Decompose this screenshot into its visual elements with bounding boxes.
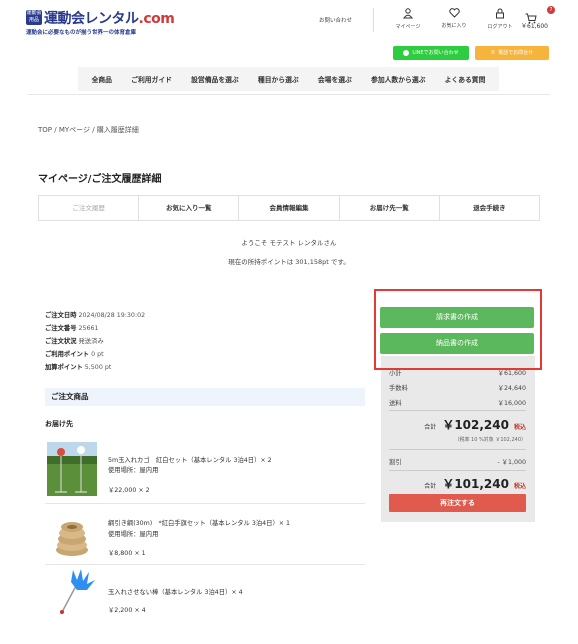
products-heading: ご注文商品 <box>45 388 365 406</box>
nav-faq[interactable]: よくある質問 <box>445 74 486 84</box>
tab-withdraw[interactable]: 退会手続き <box>440 196 539 220</box>
contact-link[interactable]: お問い合わせ <box>319 16 352 24</box>
final-total-value: ￥101,240 <box>442 477 509 491</box>
nav-events[interactable]: 種目から選ぶ <box>258 74 299 84</box>
used-points-label: ご利用ポイント <box>45 351 90 358</box>
summary-divider <box>389 410 526 411</box>
reorder-button[interactable]: 再注文する <box>389 494 526 512</box>
product-image-basket[interactable] <box>47 442 97 496</box>
item-name-1[interactable]: 5m玉入れカゴ 紅白セット（基本レンタル 3泊4日）× 2 <box>108 455 272 464</box>
tab-favorites[interactable]: お気に入り一覧 <box>139 196 240 220</box>
tab-order-history[interactable]: ご注文履歴 <box>39 196 140 220</box>
phone-contact-label: 電話でお問合せ <box>498 50 534 56</box>
breadcrumb: TOP / MYページ / 購入履歴詳細 <box>38 126 139 134</box>
total-tax-label: 税込 <box>513 424 526 431</box>
header-divider-line <box>28 94 550 95</box>
final-total-row: 合計 ￥101,240 税込 <box>389 475 526 492</box>
summary-divider <box>389 449 526 450</box>
logo-tagline: 運動会に必要なものが揃う世界一の体育倉庫 <box>26 30 137 36</box>
site-logo[interactable]: 運動会用品 運動会レンタル.com 運動会に必要なものが揃う世界一の体育倉庫 <box>26 8 176 40</box>
user-icon <box>390 8 426 23</box>
nav-participants[interactable]: 参加人数から選ぶ <box>371 74 425 84</box>
nav-all-products[interactable]: 全商品 <box>92 74 112 84</box>
order-number-label: ご注文番号 <box>45 325 77 332</box>
item-name-2[interactable]: 綱引き綱(30m) *紅白手旗セット（基本レンタル 3泊4日）× 1 <box>108 518 290 527</box>
item-place-1: 使用場所：屋内用 <box>108 467 159 474</box>
item-price-1: ￥22,000 × 2 <box>108 487 150 494</box>
page-title: マイページ/ご注文履歴詳細 <box>38 174 162 185</box>
order-number-value: 25661 <box>78 325 99 332</box>
tab-member-edit[interactable]: 会員情報編集 <box>239 196 340 220</box>
cart-link[interactable]: 7 <box>525 6 555 24</box>
lock-icon <box>482 8 518 23</box>
mypage-link[interactable]: マイページ <box>390 8 426 30</box>
tab-addresses[interactable]: お届け先一覧 <box>340 196 440 220</box>
main-nav: 全商品 ご利用ガイド 設営備品を選ぶ 種目から選ぶ 会場を選ぶ 参加人数から選ぶ… <box>78 67 499 91</box>
discount-row: 割引 - ￥1,000 <box>389 457 526 466</box>
item-place-2: 使用場所：屋内用 <box>108 531 159 538</box>
mypage-label: マイページ <box>395 24 421 30</box>
discount-value: - ￥1,000 <box>497 459 526 466</box>
order-status-label: ご注文状況 <box>45 338 77 345</box>
order-status: ご注文状況 発送済み <box>45 336 104 345</box>
added-points-label: 加算ポイント <box>45 364 83 371</box>
logo-name: 運動会レンタル.com <box>44 8 175 28</box>
header-divider <box>373 8 374 32</box>
highlight-box <box>374 289 542 370</box>
heart-icon <box>436 8 472 22</box>
total-value: ￥102,240 <box>442 418 509 432</box>
order-date-label: ご注文日時 <box>45 312 77 319</box>
item-divider <box>45 503 365 504</box>
total-row: 合計 ￥102,240 税込 <box>389 416 526 433</box>
fee-row: 手数料 ￥24,640 <box>389 383 526 392</box>
added-points: 加算ポイント 5,500 pt <box>45 362 111 371</box>
fee-value: ￥24,640 <box>497 385 526 392</box>
item-divider <box>45 564 365 565</box>
logo-name-dot: .com <box>138 11 175 27</box>
shipping-row: 送料 ￥16,000 <box>389 398 526 407</box>
logout-label: ログアウト <box>487 24 513 30</box>
cart-count-badge: 7 <box>547 6 555 14</box>
product-image-stick[interactable] <box>47 568 97 620</box>
item-price-3: ￥2,200 × 4 <box>108 607 146 614</box>
order-status-value: 発送済み <box>78 338 104 345</box>
final-total-label: 合計 <box>424 483 437 490</box>
total-label: 合計 <box>424 424 437 431</box>
final-tax-label: 税込 <box>513 483 526 490</box>
logout-link[interactable]: ログアウト <box>482 8 518 30</box>
nav-equipment[interactable]: 設営備品を選ぶ <box>191 74 239 84</box>
phone-contact-button[interactable]: ✆ 電話でお問合せ <box>475 46 549 60</box>
product-image-rope[interactable] <box>47 512 97 560</box>
added-points-value: 5,500 pt <box>84 364 112 371</box>
fee-label: 手数料 <box>389 385 408 392</box>
shipping-label: お届け先 <box>45 420 73 428</box>
item-name-3[interactable]: 玉入れさせない棒（基本レンタル 3泊4日）× 4 <box>108 587 243 596</box>
order-date: ご注文日時 2024/08/28 19:30:02 <box>45 310 145 319</box>
logo-name-main: 運動会レンタル <box>44 11 139 27</box>
cart-total: ￥61,600 <box>521 23 548 30</box>
tax-breakdown: （税率 10 %対象 ￥102,240） <box>454 437 526 443</box>
line-icon <box>403 49 410 56</box>
favorites-link[interactable]: お気に入り <box>436 8 472 29</box>
nav-guide[interactable]: ご利用ガイド <box>131 74 172 84</box>
order-number: ご注文番号 25661 <box>45 323 99 332</box>
summary-divider <box>389 470 526 471</box>
phone-icon: ✆ <box>490 50 496 56</box>
nav-venue[interactable]: 会場を選ぶ <box>318 74 352 84</box>
welcome-message: ようこそ モテスト レンタルさん <box>241 239 337 247</box>
shipping-fee-label: 送料 <box>389 400 402 407</box>
discount-label: 割引 <box>389 459 402 466</box>
used-points-value: 0 pt <box>91 351 104 358</box>
line-contact-button[interactable]: LINEでお問い合わせ <box>393 46 469 60</box>
mypage-tabs: ご注文履歴 お気に入り一覧 会員情報編集 お届け先一覧 退会手続き <box>38 195 540 221</box>
order-date-value: 2024/08/28 19:30:02 <box>78 312 146 319</box>
line-contact-label: LINEでお問い合わせ <box>412 50 459 56</box>
item-price-2: ￥8,800 × 1 <box>108 550 146 557</box>
points-message: 現在の所持ポイントは 301,158pt です。 <box>228 258 350 266</box>
used-points: ご利用ポイント 0 pt <box>45 349 104 358</box>
shipping-fee-value: ￥16,000 <box>497 400 526 407</box>
logo-badge: 運動会用品 <box>26 10 42 25</box>
favorites-label: お気に入り <box>441 23 467 29</box>
